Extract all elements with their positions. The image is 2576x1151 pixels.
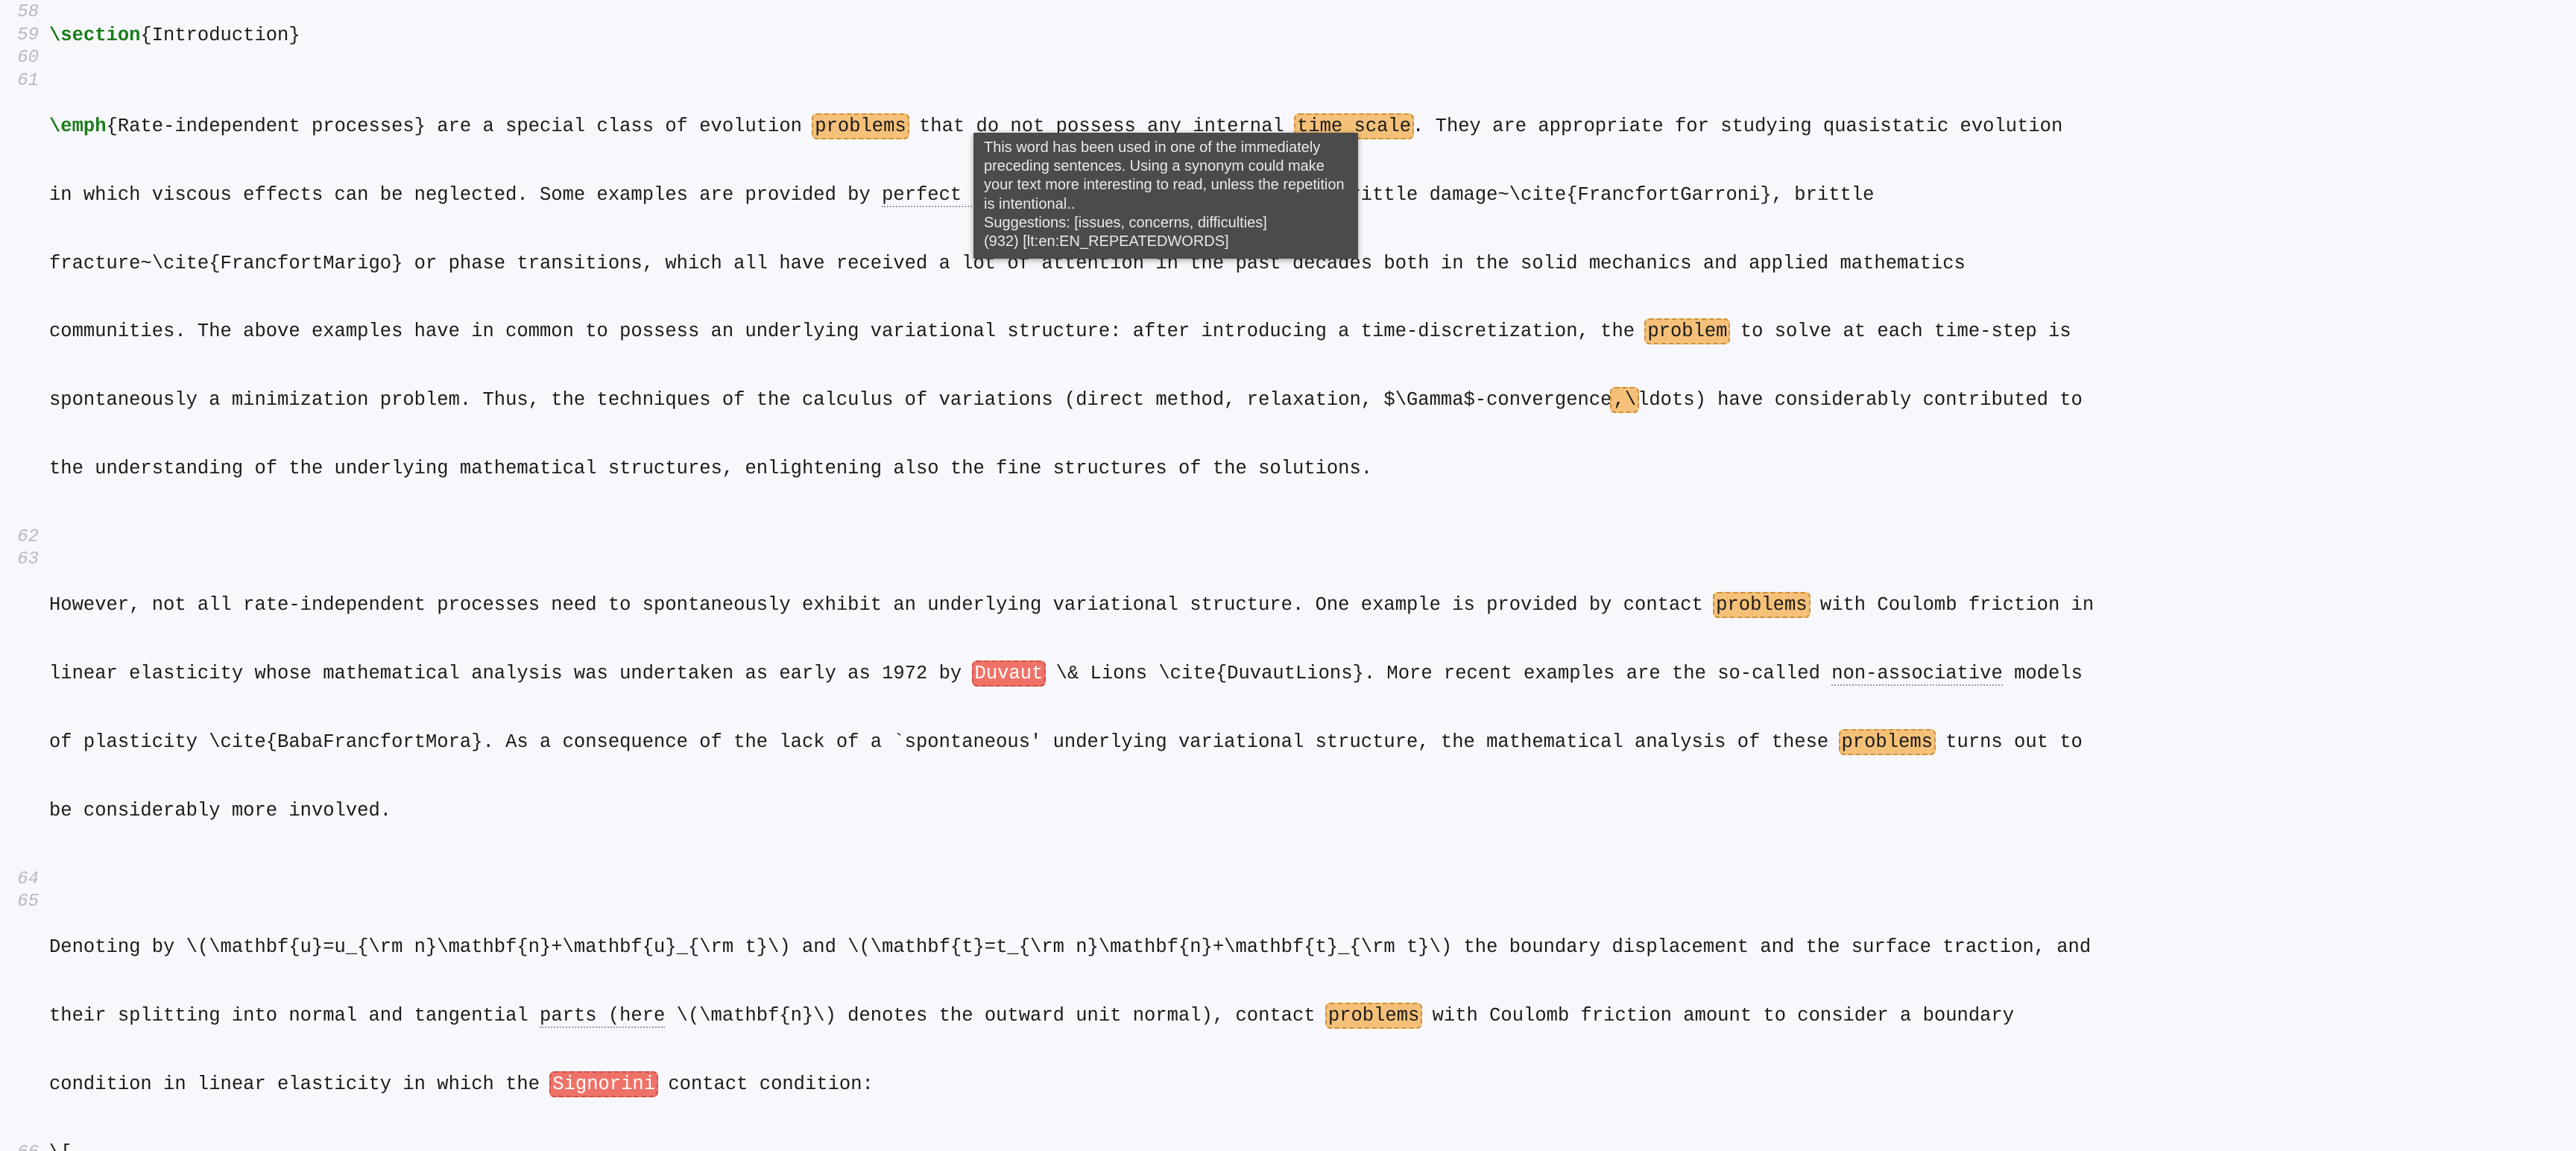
code-text: with Coulomb friction in [1808,594,2094,617]
code-text: linear elasticity whose mathematical ana… [49,663,973,685]
tooltip-rule-id: (932) [lt:en:EN_REPEATEDWORDS] [984,233,1229,250]
grammar-warning-mark[interactable]: problems [1713,592,1811,619]
code-text: their splitting into normal and tangenti… [49,1005,540,1027]
code-text: the understanding of the underlying math… [49,457,1373,479]
code-editor[interactable]: 58 59 \section{Introduction} 60 61 \emph… [0,0,2576,1151]
latex-command: \section [49,24,141,46]
line-content[interactable] [48,1,2576,25]
grammar-warning-mark[interactable]: problems [1325,1003,1423,1029]
line-content[interactable]: \section{Introduction} [48,25,2576,48]
editor-line[interactable]: 58 [0,1,2576,25]
grammar-warning-mark[interactable]: problem [1644,318,1731,345]
line-content[interactable]: \[ [48,1142,2576,1151]
spelling-error-mark[interactable]: Duvaut [971,660,1046,687]
line-content[interactable]: Denoting by \(\mathbf{u}=u_{\rm n}\mathb… [48,891,2576,1142]
code-text: communities. The above examples have in … [49,321,1647,343]
spelling-mark[interactable]: parts (here [540,1005,666,1029]
line-number: 59 [17,25,39,45]
code-text: . They are appropriate for studying quas… [1412,115,2063,137]
code-text: \[ [49,1142,2576,1151]
tooltip-message: This word has been used in one of the im… [984,139,1345,212]
line-number: 61 [17,70,39,91]
code-text: spontaneously a minimization problem. Th… [49,389,1612,411]
code-text: However, not all rate-independent proces… [49,594,1715,617]
code-text: to solve at each time-step is [1729,321,2071,343]
grammar-warning-mark[interactable]: problems [812,113,909,139]
code-text: contact condition: [657,1073,874,1095]
code-row: condition in linear elasticity in which … [49,1070,2576,1097]
code-row: be considerably more involved. [49,800,2576,823]
code-row: \section{Introduction} [49,25,2576,48]
code-text: {Introduction} [140,24,300,46]
spelling-mark[interactable]: non-associative [1831,663,2003,687]
line-number: 63 [17,549,39,570]
code-row: the understanding of the underlying math… [49,458,2576,481]
grammar-tooltip: This word has been used in one of the im… [973,133,1358,259]
line-content[interactable] [48,47,2576,70]
editor-line[interactable]: 65 Denoting by \(\mathbf{u}=u_{\rm n}\ma… [0,891,2576,1142]
editor-line[interactable]: 63 However, not all rate-independent pro… [0,549,2576,868]
grammar-warning-mark[interactable]: ,\ [1610,387,1640,414]
code-text: condition in linear elasticity in which … [49,1073,552,1095]
code-text: models [2002,663,2083,685]
code-text: in which viscous effects can be neglecte… [49,183,883,206]
editor-line[interactable]: 59 \section{Introduction} [0,25,2576,48]
code-row: spontaneously a minimization problem. Th… [49,387,2576,414]
line-number: 62 [17,526,39,547]
code-text: of plasticity \cite{BabaFrancfortMora}. … [49,731,1840,753]
line-content[interactable] [48,868,2576,892]
code-row: their splitting into normal and tangenti… [49,1003,2576,1029]
editor-line[interactable]: 64 [0,868,2576,892]
line-content[interactable] [48,526,2576,549]
code-text: be considerably more involved. [49,799,392,822]
latex-command: \emph [49,115,107,137]
spelling-error-mark[interactable]: Signorini [549,1070,659,1097]
code-text: {Rate-independent processes} are a speci… [106,115,814,137]
code-row: communities. The above examples have in … [49,318,2576,345]
code-text: ldots) have considerably contributed to [1638,389,2083,411]
line-number: 65 [17,892,39,912]
editor-line[interactable]: 60 [0,47,2576,70]
code-row: linear elasticity whose mathematical ana… [49,660,2576,687]
line-number: 64 [17,868,39,889]
editor-line[interactable]: 66 \[ [0,1142,2576,1151]
tooltip-suggestions: Suggestions: [issues, concerns, difficul… [984,214,1267,231]
code-row: of plasticity \cite{BabaFrancfortMora}. … [49,729,2576,755]
line-number: 66 [0,1142,48,1151]
code-text: \(\mathbf{n}\) denotes the outward unit … [665,1005,1327,1027]
code-row: Denoting by \(\mathbf{u}=u_{\rm n}\mathb… [49,936,2576,959]
code-text: \& Lions \cite{DuvautLions}. More recent… [1044,663,1832,685]
code-text: Denoting by \(\mathbf{u}=u_{\rm n}\mathb… [49,936,2092,959]
code-row: However, not all rate-independent proces… [49,592,2576,619]
line-number: 58 [17,2,39,22]
line-number: 60 [17,48,39,69]
code-text: with Coulomb friction amount to consider… [1421,1005,2015,1027]
line-content[interactable]: However, not all rate-independent proces… [48,549,2576,868]
code-text: turns out to [1933,731,2083,753]
grammar-warning-mark[interactable]: problems [1838,729,1936,755]
editor-line[interactable]: 62 [0,526,2576,549]
